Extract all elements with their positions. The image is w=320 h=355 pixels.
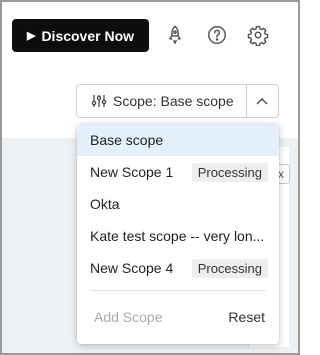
- sliders-icon: [91, 95, 107, 107]
- scope-option-new-scope-4[interactable]: New Scope 4 Processing: [77, 252, 279, 284]
- scope-dropdown-menu: Base scope New Scope 1 Processing Okta K…: [77, 124, 279, 344]
- scope-option-new-scope-1[interactable]: New Scope 1 Processing: [77, 156, 279, 188]
- scope-option-label: New Scope 4: [90, 260, 174, 276]
- play-icon: ▶: [26, 30, 36, 42]
- discover-now-label: Discover Now: [41, 27, 135, 44]
- app-frame: x ▶ Discover Now Scope: Base scope Base …: [0, 0, 300, 355]
- processing-badge: Processing: [191, 162, 268, 182]
- scope-button[interactable]: Scope: Base scope: [77, 85, 247, 117]
- scope-option-label: Kate test scope -- very lon...: [90, 228, 265, 244]
- menu-divider: [90, 290, 266, 291]
- chevron-up-icon: [256, 98, 268, 105]
- gear-icon[interactable]: [247, 24, 269, 46]
- scope-option-okta[interactable]: Okta: [77, 188, 279, 220]
- rocket-icon[interactable]: [164, 24, 186, 46]
- processing-badge: Processing: [191, 258, 268, 278]
- scope-option-base-scope[interactable]: Base scope: [77, 124, 279, 156]
- help-icon[interactable]: [206, 24, 228, 46]
- scope-toggle-button[interactable]: [247, 85, 278, 117]
- scope-option-kate-test-scope[interactable]: Kate test scope -- very lon...: [77, 220, 279, 252]
- discover-now-button[interactable]: ▶ Discover Now: [12, 19, 149, 52]
- menu-footer: Add Scope Reset: [77, 300, 279, 334]
- scope-button-label: Scope: Base scope: [113, 93, 234, 109]
- scope-selector: Scope: Base scope: [76, 84, 279, 118]
- scope-option-label: Base scope: [90, 132, 164, 148]
- scope-option-label: Okta: [90, 196, 120, 212]
- add-scope-button: Add Scope: [94, 309, 163, 325]
- scope-option-label: New Scope 1: [90, 164, 174, 180]
- reset-button[interactable]: Reset: [228, 309, 265, 325]
